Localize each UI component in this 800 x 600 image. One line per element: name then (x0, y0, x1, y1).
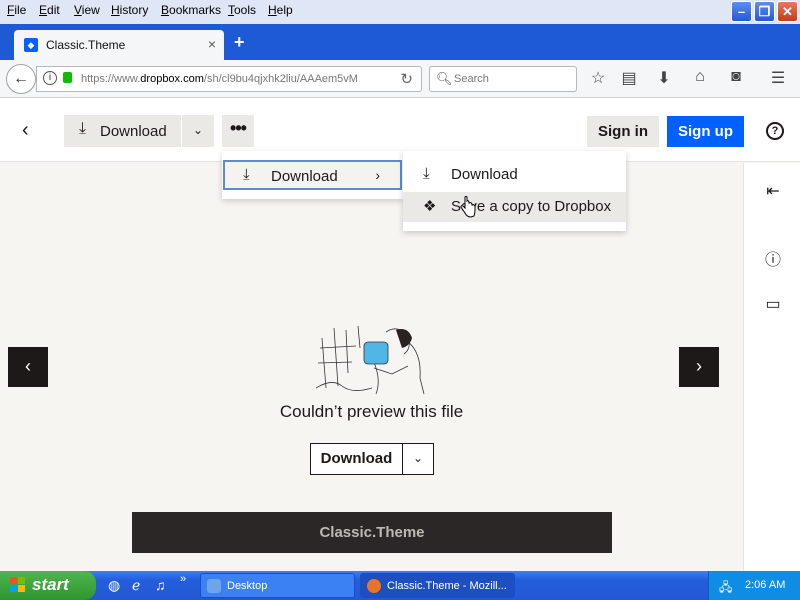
menu-edit[interactable]: Edit (39, 3, 60, 17)
chevron-right-icon: › (375, 167, 380, 183)
search-placeholder: Search (454, 73, 489, 85)
submenu-item-save-copy[interactable]: ❖ Save a copy to Dropbox (403, 192, 626, 222)
collapse-panel-icon[interactable]: ⇤ (763, 181, 783, 201)
download-icon: ⤓ (423, 165, 430, 182)
back-button[interactable]: ← (6, 64, 36, 94)
reading-list-icon[interactable]: ▤ (618, 68, 640, 88)
dropbox-page: ‹ ⤓ Download ⌄ ••• Sign in Sign up ? ⇤ ⓘ… (0, 99, 800, 571)
system-tray: 🖧︎ 2:06 AM (708, 571, 800, 600)
firefox-icon (367, 579, 381, 593)
quicklaunch-more-icon[interactable]: » (180, 573, 186, 585)
tab-title: Classic.Theme (46, 38, 126, 52)
center-download-button[interactable]: Download (310, 443, 403, 475)
url-bar[interactable]: i https://www.dropbox.com/sh/cl9bu4qjxhk… (36, 66, 422, 92)
menu-item-download-label: Download (271, 168, 338, 185)
download-icon: ⤓ (243, 166, 250, 183)
downloads-icon[interactable]: ⬇ (653, 68, 675, 88)
new-tab-button[interactable]: + (234, 32, 245, 53)
browser-tab[interactable]: ◆ Classic.Theme × (14, 30, 224, 60)
lock-icon (63, 72, 72, 83)
sign-up-button[interactable]: Sign up (667, 116, 744, 147)
download-submenu: ⤓ Download ❖ Save a copy to Dropbox (403, 151, 626, 231)
network-icon[interactable]: 🖧︎ (719, 578, 732, 599)
no-preview-message: Couldn’t preview this file (279, 402, 464, 421)
more-options-button[interactable]: ••• (222, 115, 254, 147)
sign-in-button[interactable]: Sign in (587, 116, 659, 147)
task-firefox[interactable]: Classic.Theme - Mozill... (360, 573, 515, 598)
more-options-menu: ⤓ Download › (222, 151, 403, 199)
quicklaunch-media-icon[interactable]: ♫ (155, 577, 166, 593)
no-preview-illustration (315, 325, 425, 395)
info-circle-icon[interactable]: ⓘ (763, 246, 783, 270)
filename-bar: Classic.Theme (132, 512, 612, 553)
start-label: start (32, 575, 69, 594)
page-back-icon[interactable]: ‹ (22, 119, 29, 142)
menu-item-download[interactable]: ⤓ Download › (223, 160, 402, 190)
minimize-button[interactable]: – (731, 1, 752, 22)
clock[interactable]: 2:06 AM (745, 579, 785, 591)
search-input[interactable]: 🔍︎ Search (429, 66, 577, 92)
download-button[interactable]: ⤓ Download (64, 115, 181, 147)
menu-help[interactable]: Help (268, 3, 293, 17)
menu-bookmarks[interactable]: Bookmarks (161, 3, 221, 17)
help-icon[interactable]: ? (766, 122, 784, 140)
quicklaunch-ie-icon[interactable]: ℯ (132, 577, 140, 594)
right-sidebar: ⇤ ⓘ ▭ (743, 163, 800, 571)
hamburger-menu-icon[interactable]: ☰ (767, 68, 789, 88)
download-dropdown-button[interactable]: ⌄ (182, 115, 214, 147)
download-label: Download (100, 123, 167, 140)
info-icon[interactable]: i (43, 71, 57, 85)
submenu-download-label: Download (451, 166, 518, 183)
maximize-button[interactable]: ❐ (754, 1, 775, 22)
chevron-down-icon: ⌄ (192, 123, 204, 137)
menu-history[interactable]: History (111, 3, 148, 17)
chevron-down-icon: ⌄ (412, 451, 424, 465)
desktop-icon (207, 579, 221, 593)
reload-icon[interactable]: ↻ (400, 70, 413, 88)
menu-tools[interactable]: Tools (228, 3, 256, 17)
ellipsis-icon: ••• (230, 118, 247, 138)
hand-cursor-icon (460, 196, 476, 218)
home-icon[interactable]: ⌂ (689, 68, 711, 86)
center-download-dropdown-button[interactable]: ⌄ (402, 443, 434, 475)
menu-bar: File Edit View History Bookmarks Tools H… (0, 0, 800, 24)
windows-flag-icon (10, 577, 25, 592)
bookmark-star-icon[interactable]: ☆ (587, 68, 609, 88)
download-icon: ⤓ (79, 120, 87, 137)
next-file-button[interactable]: › (679, 347, 719, 387)
menu-file[interactable]: File (7, 3, 26, 17)
quicklaunch-firefox-icon[interactable]: ◍ (108, 577, 120, 594)
task-desktop-label: Desktop (227, 580, 268, 592)
close-window-button[interactable]: ✕ (777, 1, 798, 22)
taskbar: start ◍ ℯ ♫ » Desktop Classic.Theme - Mo… (0, 571, 800, 600)
chevron-right-icon: › (696, 356, 702, 376)
submenu-item-download[interactable]: ⤓ Download (403, 160, 626, 190)
start-button[interactable]: start (0, 571, 96, 600)
previous-file-button[interactable]: ‹ (8, 347, 48, 387)
tab-close-icon[interactable]: × (208, 36, 216, 52)
task-firefox-label: Classic.Theme - Mozill... (387, 580, 507, 592)
task-desktop[interactable]: Desktop (200, 573, 355, 598)
menu-view[interactable]: View (74, 3, 100, 17)
search-icon: 🔍︎ (436, 71, 453, 86)
url-text[interactable]: https://www.dropbox.com/sh/cl9bu4qjxhk2l… (81, 73, 367, 85)
dropbox-icon: ❖ (423, 198, 437, 215)
chevron-left-icon: ‹ (25, 356, 31, 376)
comment-icon[interactable]: ▭ (763, 294, 783, 314)
navigation-bar: ← i https://www.dropbox.com/sh/cl9bu4qjx… (0, 60, 800, 98)
dropbox-favicon-icon: ◆ (24, 38, 38, 52)
pocket-icon[interactable]: ◙ (725, 68, 747, 86)
